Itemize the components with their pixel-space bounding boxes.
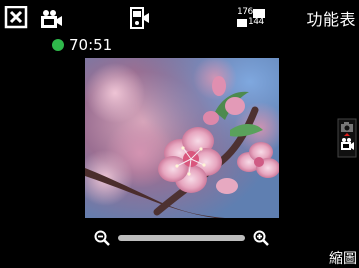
capture-mode-switch[interactable] [337, 118, 357, 158]
close-button[interactable] [4, 6, 30, 30]
top-bar: 176 144 功能表 [0, 0, 359, 34]
zoom-out-button[interactable] [94, 230, 110, 246]
recording-timer: 70:51 [69, 36, 113, 54]
zoom-in-icon [253, 230, 269, 246]
zoom-slider[interactable] [118, 235, 245, 241]
close-box-icon [4, 6, 28, 29]
resolution-badge[interactable]: 176 144 [236, 7, 270, 33]
menu-button[interactable]: 功能表 [300, 10, 356, 30]
zoom-out-icon [94, 230, 110, 246]
camera-viewfinder[interactable] [85, 58, 279, 218]
phone-camera-icon[interactable] [127, 6, 153, 30]
thumbnail-button[interactable]: 縮圖 [313, 251, 357, 268]
resolution-screen-icon [237, 9, 265, 27]
zoom-in-button[interactable] [253, 230, 269, 246]
video-camera-icon[interactable] [37, 8, 63, 30]
blossom-preview-image [85, 58, 279, 218]
recording-status-dot [52, 39, 64, 51]
